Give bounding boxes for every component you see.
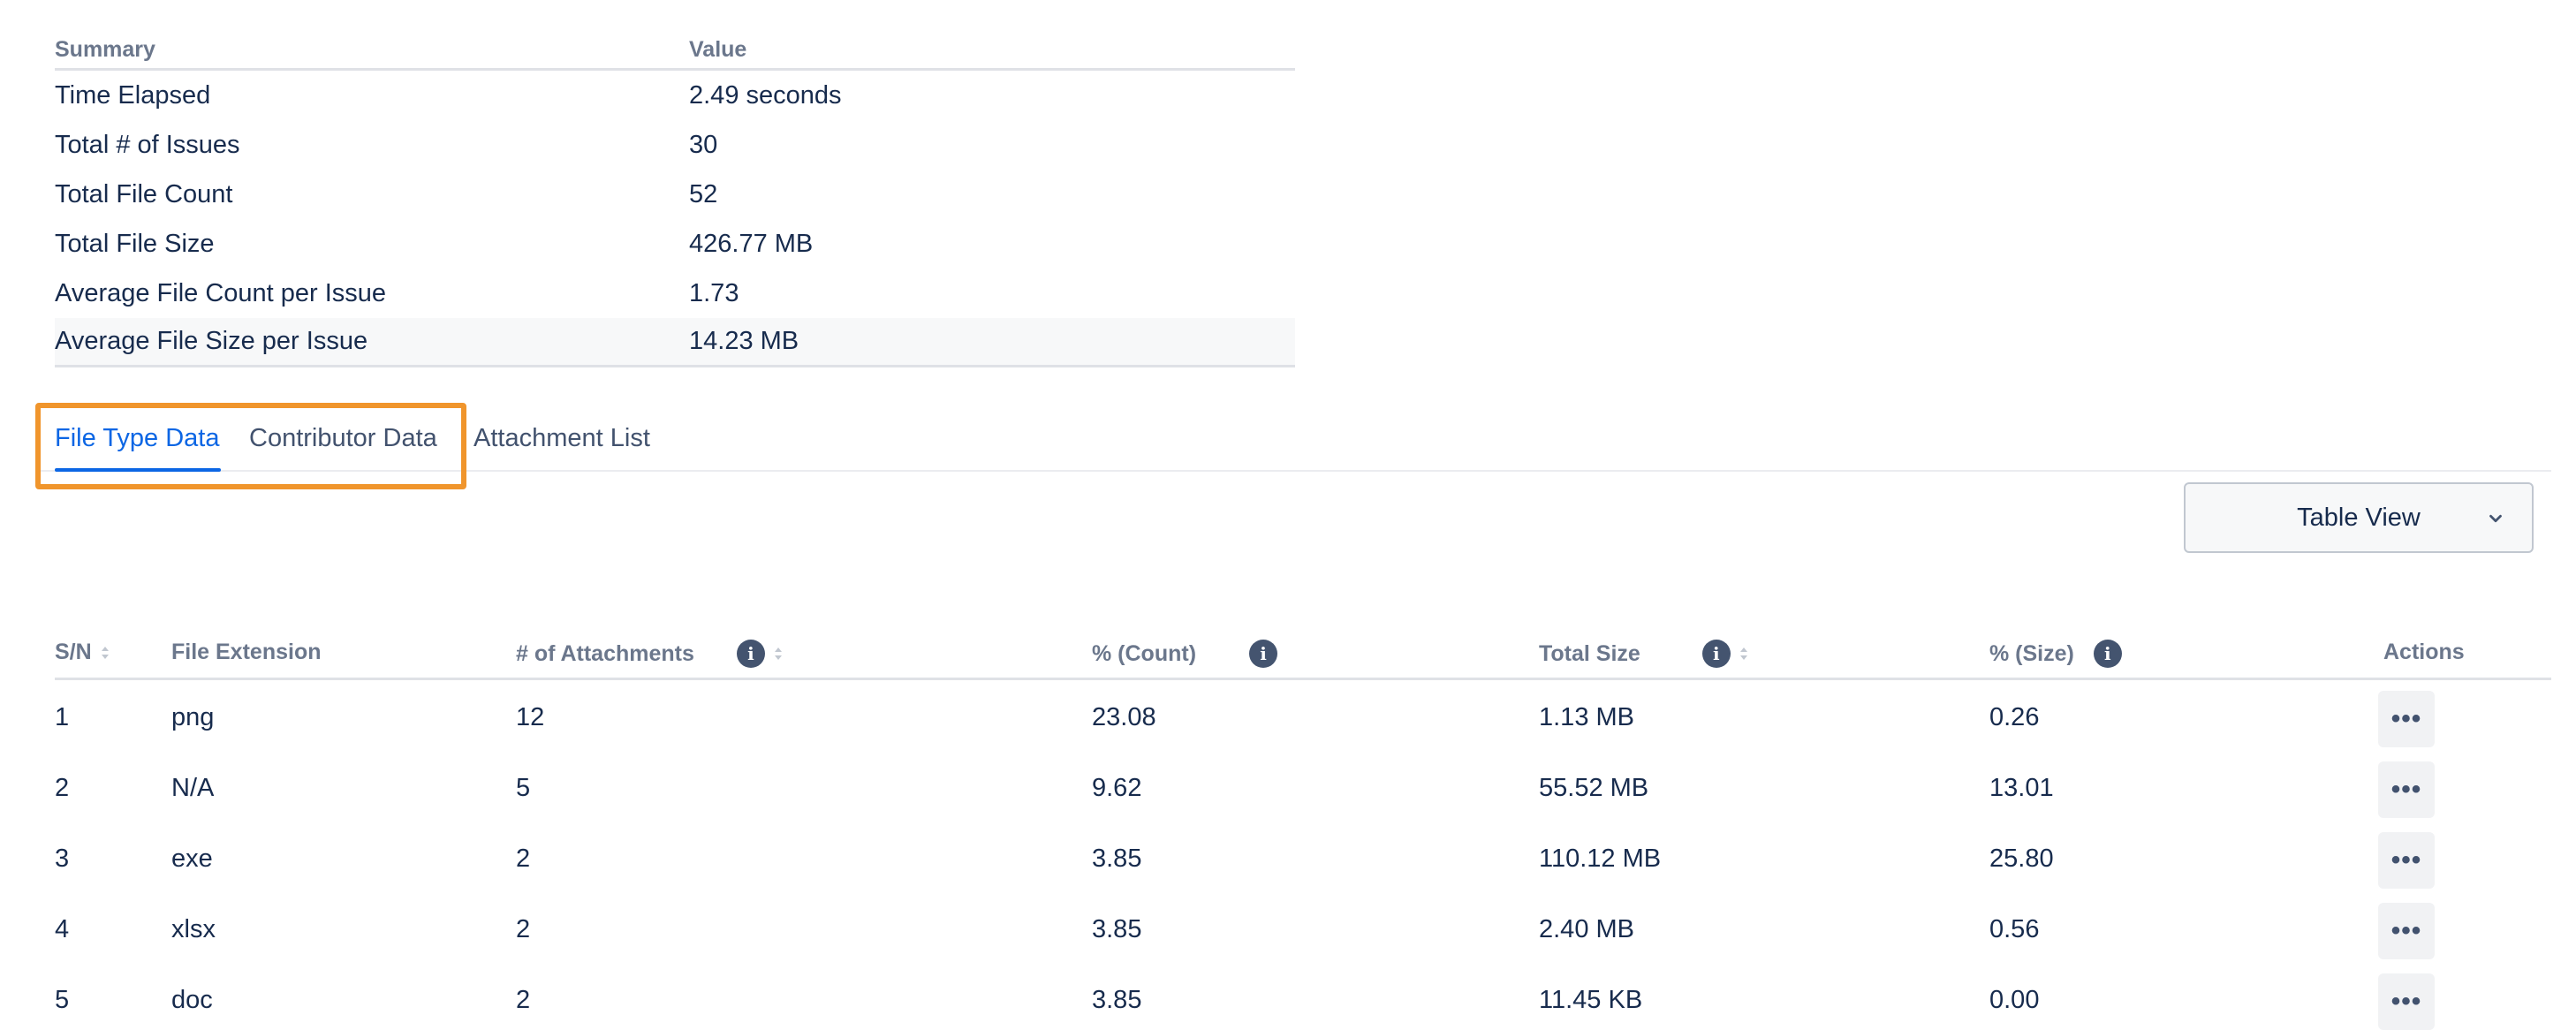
file-extension-header: File Extension <box>171 640 321 665</box>
sn-cell: 1 <box>55 703 70 731</box>
row-actions-button[interactable]: ••• <box>2378 973 2435 1030</box>
data-table-header: S/N File Extension # of Attachments i % … <box>55 632 2551 680</box>
pct-count-cell: 9.62 <box>1092 774 1142 802</box>
summary-label: Total File Count <box>55 179 233 208</box>
total-size-cell: 2.40 MB <box>1539 915 1634 943</box>
row-actions-button[interactable]: ••• <box>2378 903 2435 959</box>
summary-value: 30 <box>689 130 718 159</box>
summary-value: 2.49 seconds <box>689 80 842 110</box>
view-select-value: Table View <box>2297 503 2421 532</box>
pct-size-cell: 0.00 <box>1989 986 2040 1014</box>
summary-value: 52 <box>689 179 718 208</box>
file-extension-cell: png <box>171 703 215 731</box>
summary-label: Total File Size <box>55 229 215 258</box>
attachments-header[interactable]: # of Attachments i <box>516 640 784 668</box>
total-size-cell: 1.13 MB <box>1539 703 1634 731</box>
attachments-cell: 2 <box>516 915 531 943</box>
summary-row-total-file-size: Total File Size 426.77 MB <box>55 219 1295 269</box>
pct-size-cell: 0.26 <box>1989 703 2040 731</box>
pct-size-header: % (Size) i <box>1989 640 2122 668</box>
sn-header-label: S/N <box>55 640 92 664</box>
chevron-down-icon <box>2489 514 2502 523</box>
file-extension-cell: N/A <box>171 774 215 802</box>
summary-value: 426.77 MB <box>689 229 814 258</box>
table-row: 3 exe 2 3.85 110.12 MB 25.80 ••• <box>55 825 2551 896</box>
summary-label: Average File Size per Issue <box>55 327 368 355</box>
summary-row-total-file-count: Total File Count 52 <box>55 170 1295 219</box>
table-row: 2 N/A 5 9.62 55.52 MB 13.01 ••• <box>55 754 2551 825</box>
file-extension-cell: exe <box>171 844 213 873</box>
summary-label: Time Elapsed <box>55 80 211 110</box>
pct-count-cell: 3.85 <box>1092 844 1142 873</box>
row-actions-button[interactable]: ••• <box>2378 691 2435 747</box>
pct-size-cell: 25.80 <box>1989 844 2054 873</box>
total-size-header-label: Total Size <box>1539 640 1640 666</box>
total-size-cell: 110.12 MB <box>1539 844 1662 873</box>
summary-label: Total # of Issues <box>55 130 240 159</box>
summary-row-avg-file-size: Average File Size per Issue 14.23 MB <box>55 318 1295 367</box>
summary-row-total-issues: Total # of Issues 30 <box>55 120 1295 170</box>
summary-column-header: Summary <box>55 37 155 62</box>
info-icon[interactable]: i <box>1249 640 1278 668</box>
pct-size-cell: 0.56 <box>1989 915 2040 943</box>
value-column-header: Value <box>689 37 747 62</box>
pct-count-cell: 23.08 <box>1092 703 1156 731</box>
attachments-header-label: # of Attachments <box>516 640 694 666</box>
summary-row-time-elapsed: Time Elapsed 2.49 seconds <box>55 71 1295 120</box>
sn-cell: 4 <box>55 915 70 943</box>
pct-size-cell: 13.01 <box>1989 774 2054 802</box>
row-actions-button[interactable]: ••• <box>2378 832 2435 889</box>
summary-value: 1.73 <box>689 278 739 307</box>
total-size-cell: 55.52 MB <box>1539 774 1649 802</box>
attachments-cell: 12 <box>516 703 545 731</box>
pct-size-header-label: % (Size) <box>1989 640 2074 666</box>
highlight-box <box>35 403 466 489</box>
table-row: 4 xlsx 2 3.85 2.40 MB 0.56 ••• <box>55 896 2551 966</box>
total-size-header[interactable]: Total Size i <box>1539 640 1750 668</box>
file-extension-cell: doc <box>171 986 213 1014</box>
sort-icon[interactable] <box>1738 644 1750 663</box>
summary-row-avg-file-count: Average File Count per Issue 1.73 <box>55 269 1295 318</box>
summary-value: 14.23 MB <box>689 327 799 355</box>
view-select-dropdown[interactable]: Table View <box>2184 482 2534 553</box>
sn-cell: 5 <box>55 986 70 1014</box>
summary-label: Average File Count per Issue <box>55 278 387 307</box>
file-extension-cell: xlsx <box>171 915 216 943</box>
pct-count-cell: 3.85 <box>1092 915 1142 943</box>
attachments-cell: 2 <box>516 844 531 873</box>
pct-count-header-label: % (Count) <box>1092 640 1197 666</box>
sn-header[interactable]: S/N <box>55 640 111 665</box>
tab-attachment-list[interactable]: Attachment List <box>474 424 650 453</box>
attachments-cell: 2 <box>516 986 531 1014</box>
pct-count-header: % (Count) i <box>1092 640 1278 668</box>
table-row: 5 doc 2 3.85 11.45 KB 0.00 ••• <box>55 966 2551 1030</box>
sn-cell: 3 <box>55 844 70 873</box>
total-size-cell: 11.45 KB <box>1539 986 1643 1014</box>
table-row: 1 png 12 23.08 1.13 MB 0.26 ••• <box>55 684 2551 754</box>
info-icon[interactable]: i <box>2093 640 2122 668</box>
file-extension-header-label: File Extension <box>171 640 322 664</box>
sort-icon[interactable] <box>772 644 784 663</box>
actions-header: Actions <box>2383 640 2465 665</box>
attachments-cell: 5 <box>516 774 531 802</box>
info-icon[interactable]: i <box>736 640 765 668</box>
sort-icon[interactable] <box>99 643 111 663</box>
sn-cell: 2 <box>55 774 70 802</box>
summary-header-row: Summary Value <box>55 32 1295 71</box>
actions-header-label: Actions <box>2383 640 2465 664</box>
row-actions-button[interactable]: ••• <box>2378 761 2435 818</box>
info-icon[interactable]: i <box>1701 640 1731 668</box>
pct-count-cell: 3.85 <box>1092 986 1142 1014</box>
summary-table: Summary Value Time Elapsed 2.49 seconds … <box>55 32 1295 367</box>
